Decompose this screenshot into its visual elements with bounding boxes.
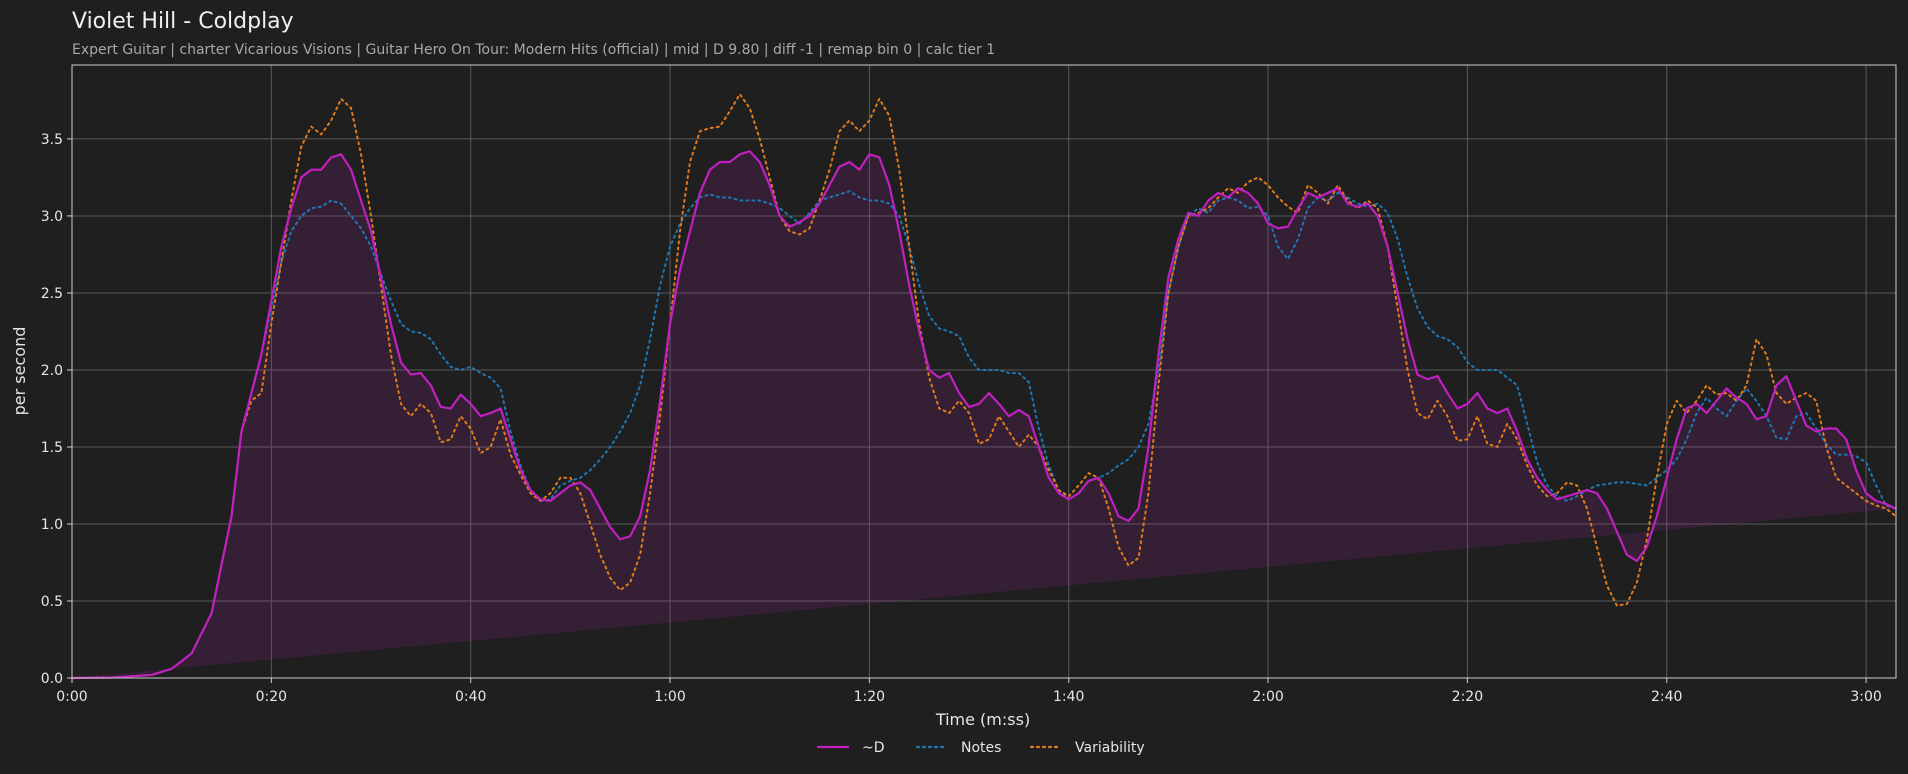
x-tick-label: 0:00 — [56, 689, 87, 705]
legend-label: ~D — [862, 740, 885, 756]
x-axis-label: Time (m:ss) — [935, 710, 1030, 729]
x-tick-label: 0:20 — [256, 689, 287, 705]
x-tick-label: 3:00 — [1850, 689, 1881, 705]
y-tick-label: 1.5 — [41, 440, 63, 456]
legend-label: Notes — [961, 740, 1001, 756]
y-tick-label: 0.5 — [41, 594, 63, 610]
x-tick-label: 2:00 — [1252, 689, 1283, 705]
x-tick-label: 2:40 — [1651, 689, 1682, 705]
x-tick-label: 2:20 — [1452, 689, 1483, 705]
y-tick-label: 0.0 — [41, 671, 63, 687]
chart-title: Violet Hill - Coldplay — [72, 9, 294, 34]
y-tick-label: 3.0 — [41, 209, 63, 225]
chart-root: Violet Hill - Coldplay Expert Guitar | c… — [0, 0, 1908, 774]
x-tick-label: 1:20 — [854, 689, 885, 705]
y-axis-label: per second — [10, 327, 29, 416]
legend: ~D Notes Variability — [816, 740, 1145, 756]
x-tick-label: 1:00 — [654, 689, 685, 705]
y-tick-label: 2.0 — [41, 363, 63, 379]
line-chart: Violet Hill - Coldplay Expert Guitar | c… — [0, 0, 1908, 774]
y-tick-label: 3.5 — [41, 132, 63, 148]
y-tick-label: 1.0 — [41, 517, 63, 533]
legend-label: Variability — [1075, 740, 1145, 756]
y-tick-label: 2.5 — [41, 286, 63, 302]
x-tick-label: 0:40 — [455, 689, 486, 705]
x-tick-label: 1:40 — [1053, 689, 1084, 705]
chart-subtitle: Expert Guitar | charter Vicarious Vision… — [72, 42, 995, 58]
